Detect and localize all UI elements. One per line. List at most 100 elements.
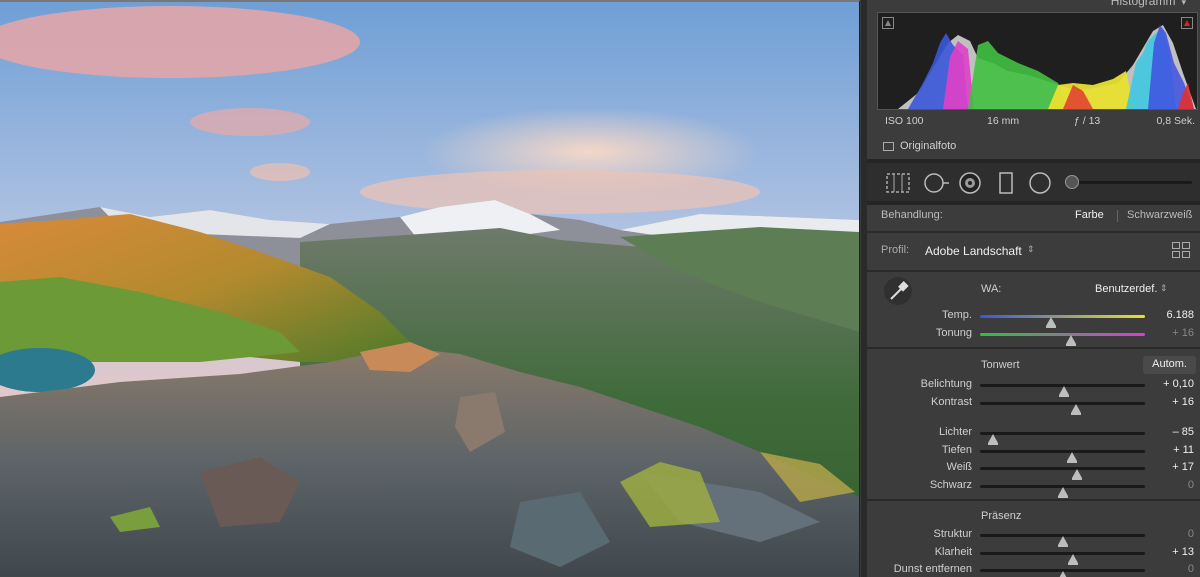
tint-knob[interactable] — [1065, 335, 1076, 346]
presence-section-title: Präsenz — [981, 510, 1022, 522]
treatment-bw-option[interactable]: Schwarzweiß — [1127, 209, 1192, 221]
divider — [867, 231, 1200, 233]
photo-preview[interactable] — [0, 0, 860, 577]
chevron-updown-icon[interactable]: ⇕ — [1160, 283, 1168, 294]
shadows-value[interactable]: + 11 — [1173, 444, 1194, 456]
contrast-value[interactable]: + 16 — [1172, 396, 1194, 408]
dehaze-knob[interactable] — [1057, 571, 1068, 577]
whites-track[interactable] — [980, 467, 1145, 480]
whites-value[interactable]: + 17 — [1172, 461, 1194, 473]
texture-value[interactable]: 0 — [1188, 528, 1194, 540]
contrast-label: Kontrast — [931, 396, 972, 408]
texture-slider-row: Struktur 0 — [867, 528, 1200, 547]
shadows-slider-row: Tiefen + 11 — [867, 444, 1200, 463]
landscape-photo — [0, 2, 859, 577]
brush-icon[interactable] — [1065, 175, 1079, 189]
tone-section-title: Tonwert — [981, 359, 1020, 371]
triangle-icon — [885, 20, 891, 26]
focal-length: 16 mm — [987, 115, 1020, 127]
highlights-value[interactable]: – 85 — [1173, 426, 1194, 438]
divider — [867, 270, 1200, 272]
exposure-slider-row: Belichtung + 0,10 — [867, 378, 1200, 397]
shadows-knob[interactable] — [1066, 452, 1077, 463]
chevron-updown-icon[interactable]: ⇕ — [1027, 244, 1035, 255]
temp-value[interactable]: 6.188 — [1166, 309, 1194, 321]
treatment-color-option[interactable]: Farbe — [1075, 209, 1104, 221]
triangle-warning-icon — [1184, 20, 1190, 26]
dehaze-slider-row: Dunst entfernen 0 — [867, 563, 1200, 577]
graduated-filter-icon[interactable] — [998, 172, 1014, 194]
exposure-value[interactable]: + 0,10 — [1163, 378, 1194, 390]
radial-filter-icon[interactable] — [1029, 172, 1053, 194]
exposure-label: Belichtung — [920, 378, 972, 390]
tool-strip — [867, 163, 1200, 201]
profile-select[interactable]: Adobe Landschaft — [925, 244, 1022, 258]
treatment-label: Behandlung: — [881, 209, 943, 221]
dehaze-label: Dunst entfernen — [893, 563, 972, 575]
shadow-clipping-toggle[interactable] — [882, 17, 894, 29]
dehaze-track[interactable] — [980, 569, 1145, 577]
white-balance-label: WA: — [981, 283, 1002, 295]
treatment-row: Behandlung: Farbe Schwarzweiß — [867, 209, 1200, 223]
whites-slider-row: Weiß + 17 — [867, 461, 1200, 480]
divider — [867, 347, 1200, 349]
blacks-value[interactable]: 0 — [1188, 479, 1194, 491]
clarity-value[interactable]: + 13 — [1172, 546, 1194, 558]
crop-icon[interactable] — [885, 172, 911, 194]
contrast-track[interactable] — [980, 402, 1145, 415]
contrast-slider-row: Kontrast + 16 — [867, 396, 1200, 415]
highlights-label: Lichter — [938, 426, 972, 438]
clarity-label: Klarheit — [934, 546, 972, 558]
tint-value[interactable]: + 16 — [1172, 327, 1194, 339]
divider — [867, 201, 1200, 205]
highlights-slider-row: Lichter – 85 — [867, 426, 1200, 445]
exposure-track[interactable] — [980, 384, 1145, 397]
white-balance-select[interactable]: Benutzerdef. — [1095, 283, 1157, 295]
shadows-track[interactable] — [980, 450, 1145, 463]
blacks-label: Schwarz — [929, 479, 972, 491]
blacks-track[interactable] — [980, 485, 1145, 498]
redeye-icon[interactable] — [959, 172, 983, 194]
spot-removal-icon[interactable] — [923, 172, 951, 194]
highlights-knob[interactable] — [988, 434, 999, 445]
highlights-track[interactable] — [980, 432, 1145, 445]
clarity-slider-row: Klarheit + 13 — [867, 546, 1200, 565]
texture-knob[interactable] — [1057, 536, 1068, 547]
clarity-knob[interactable] — [1068, 554, 1079, 565]
highlight-clipping-toggle[interactable] — [1181, 17, 1193, 29]
auto-tone-button[interactable]: Autom. — [1143, 356, 1196, 374]
histogram[interactable] — [877, 12, 1198, 110]
iso-value: ISO 100 — [885, 115, 924, 127]
texture-track[interactable] — [980, 534, 1145, 547]
tint-slider-row: Tonung + 16 — [867, 327, 1200, 346]
blacks-knob[interactable] — [1057, 487, 1068, 498]
divider — [867, 499, 1200, 501]
profile-row: Profil: Adobe Landschaft ⇕ — [867, 242, 1200, 258]
exposure-knob[interactable] — [1059, 386, 1070, 397]
temp-knob[interactable] — [1045, 317, 1056, 328]
profile-label: Profil: — [881, 244, 910, 256]
aperture: ƒ / 13 — [1074, 115, 1101, 127]
profile-browser-icon[interactable] — [1172, 242, 1190, 258]
contrast-knob[interactable] — [1070, 404, 1081, 415]
dehaze-value[interactable]: 0 — [1188, 563, 1194, 575]
exif-info: ISO 100 16 mm ƒ / 13 0,8 Sek. — [883, 115, 1195, 129]
develop-panel: Histogramm ISO 100 16 mm ƒ / 13 0,8 Sek.… — [861, 0, 1200, 577]
histogram-graph — [898, 25, 1196, 109]
checkbox-icon[interactable] — [883, 141, 894, 151]
temp-track[interactable] — [980, 315, 1145, 328]
divider — [1117, 210, 1118, 222]
clarity-track[interactable] — [980, 552, 1145, 565]
brush-size-track[interactable] — [1067, 181, 1192, 184]
original-photo-label: Originalfoto — [900, 140, 957, 152]
original-photo-toggle[interactable]: Originalfoto — [883, 139, 956, 153]
texture-label: Struktur — [933, 528, 972, 540]
white-balance-row: WA: Benutzerdef. ⇕ — [867, 283, 1200, 297]
tint-label: Tonung — [935, 327, 972, 339]
shutter-speed: 0,8 Sek. — [1156, 115, 1195, 127]
whites-knob[interactable] — [1071, 469, 1082, 480]
tint-track[interactable] — [980, 333, 1145, 346]
blacks-slider-row: Schwarz 0 — [867, 479, 1200, 498]
temp-slider-row: Temp. 6.188 — [867, 309, 1200, 328]
histogram-panel-title[interactable]: Histogramm — [1111, 0, 1186, 8]
